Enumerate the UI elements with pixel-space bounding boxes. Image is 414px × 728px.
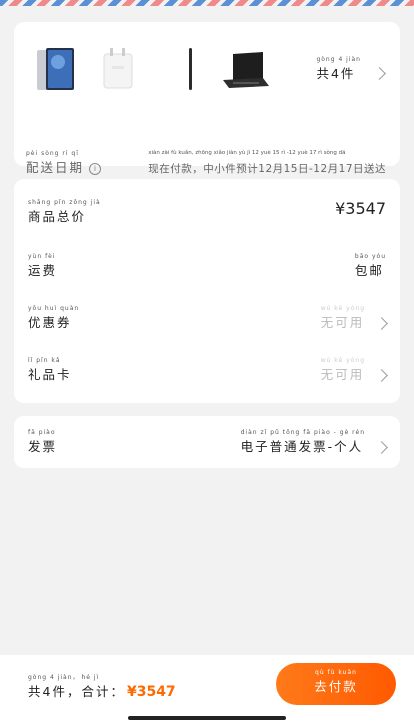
- footer-summary: gòng 4 jiàn， 共4件， hé jì 合计： ¥3547: [28, 674, 176, 700]
- pay-button-label: 去付款: [314, 679, 358, 694]
- shipping-date-row: pèi sòng rì qī 配送日期 i xiàn zài fù kuǎn, …: [14, 150, 400, 175]
- invoice-row[interactable]: fā piào 发票 diàn zǐ pǔ tōng fā piào - gè …: [14, 429, 400, 459]
- total-price-row: shāng pǐn zǒng jià 商品总价 ¥3547: [14, 199, 400, 229]
- coupon-value-pinyin: wú kě yòng: [320, 305, 365, 312]
- gift-value-pinyin: wú kě yòng: [320, 357, 365, 364]
- invoice-label: 发票: [28, 439, 58, 454]
- chevron-right-icon: [373, 67, 386, 80]
- tablet-image: [37, 48, 74, 90]
- pay-button[interactable]: qù fù kuǎn 去付款: [276, 663, 396, 705]
- order-summary-card: shāng pǐn zǒng jià 商品总价 ¥3547 yùn fèi 运费…: [14, 179, 400, 403]
- footer-sum-label: 合计：: [81, 684, 125, 699]
- total-value: ¥3547: [335, 199, 386, 218]
- invoice-value: 电子普通发票-个人: [240, 439, 364, 454]
- products-row[interactable]: gòng 4 jiàn 共4件: [14, 22, 400, 114]
- coupon-row[interactable]: yōu huì quàn 优惠券 wú kě yòng 无可用: [14, 305, 400, 335]
- total-label: 商品总价: [28, 209, 87, 224]
- footer-count: 共4件，: [28, 684, 82, 699]
- chevron-right-icon: [375, 369, 388, 382]
- gift-label-pinyin: lǐ pǐn kǎ: [28, 357, 61, 364]
- freight-value: 包邮: [354, 263, 384, 278]
- freight-value-pinyin: bāo yóu: [354, 253, 386, 260]
- coupon-value: 无可用: [320, 315, 365, 330]
- pay-button-pinyin: qù fù kuǎn: [315, 669, 357, 676]
- info-icon[interactable]: i: [89, 163, 102, 175]
- freight-label: 运费: [28, 263, 58, 278]
- invoice-value-pinyin: diàn zǐ pǔ tōng fā piào - gè rén: [240, 429, 365, 436]
- keyboard-case-image: [223, 52, 269, 88]
- airmail-stripe: [0, 0, 414, 6]
- shipping-label-pinyin: pèi sòng rì qī: [26, 150, 79, 157]
- products-card: gòng 4 jiàn 共4件 pèi sòng rì qī 配送日期 i xi…: [14, 22, 400, 175]
- freight-label-pinyin: yùn fèi: [28, 253, 56, 260]
- charger-image: [103, 48, 133, 89]
- footer-total-value: ¥3547: [126, 684, 176, 700]
- product-count: 共4件: [316, 66, 356, 81]
- chevron-right-icon: [375, 441, 388, 454]
- home-indicator[interactable]: [128, 716, 286, 720]
- gift-card-row[interactable]: lǐ pǐn kǎ 礼品卡 wú kě yòng 无可用: [14, 357, 400, 387]
- coupon-label: 优惠券: [28, 315, 72, 330]
- invoice-label-pinyin: fā piào: [28, 429, 56, 436]
- shipping-label: 配送日期: [26, 160, 85, 175]
- shipping-value-pinyin: xiàn zài fù kuǎn, zhōng xiǎo jiàn yù jì …: [148, 150, 346, 156]
- freight-row: yùn fèi 运费 bāo yóu 包邮: [14, 253, 400, 283]
- invoice-card[interactable]: fā piào 发票 diàn zǐ pǔ tōng fā piào - gè …: [14, 416, 400, 468]
- shipping-value: 现在付款，中小件预计12月15日-12月17日送达: [148, 163, 386, 175]
- product-count-pinyin: gòng 4 jiàn: [316, 56, 361, 63]
- footer-sum-pinyin: hé jì: [81, 674, 100, 681]
- footer-count-pinyin: gòng 4 jiàn，: [28, 674, 80, 681]
- gift-label: 礼品卡: [28, 367, 72, 382]
- chevron-right-icon: [375, 317, 388, 330]
- stylus-image: [189, 48, 192, 90]
- product-count-link[interactable]: gòng 4 jiàn 共4件: [316, 56, 386, 82]
- total-label-pinyin: shāng pǐn zǒng jià: [28, 199, 101, 206]
- gift-value: 无可用: [320, 367, 365, 382]
- coupon-label-pinyin: yōu huì quàn: [28, 305, 80, 312]
